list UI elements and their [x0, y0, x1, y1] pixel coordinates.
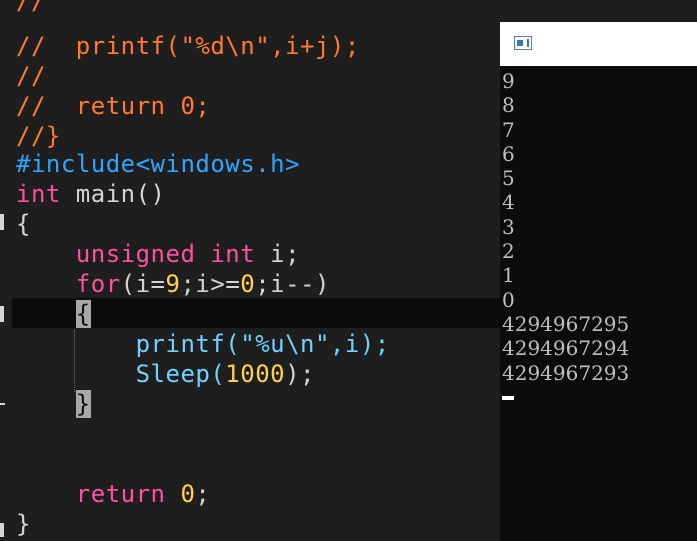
console-app-icon	[514, 36, 532, 50]
gutter-marker	[0, 306, 4, 322]
code-token: printf("%u\n",i);	[135, 330, 390, 358]
code-token: // printf("%d\n",i+j);	[16, 32, 360, 60]
console-output-line: 4	[502, 190, 515, 215]
code-line[interactable]: for(i=9;i>=0;i--)	[16, 269, 330, 299]
code-editor[interactable]: //// printf("%d\n",i+j);//// return 0;//…	[12, 0, 500, 541]
code-line[interactable]: //}	[16, 121, 61, 151]
code-line[interactable]: int main()	[16, 179, 166, 209]
code-line[interactable]: //	[16, 61, 46, 91]
code-token: int	[16, 180, 61, 208]
console-output-line: 6	[502, 141, 515, 166]
code-line[interactable]: }	[16, 509, 31, 539]
code-line[interactable]: // return 0;	[16, 91, 210, 121]
code-token: {	[16, 210, 31, 238]
console-output-line: 8	[502, 93, 515, 118]
console-title-bar[interactable]	[500, 22, 697, 66]
code-token: 1000	[225, 360, 286, 388]
code-token: //}	[16, 122, 61, 150]
code-token: 0	[180, 480, 196, 508]
code-token: ;i>=	[180, 270, 241, 298]
text-cursor	[502, 396, 514, 400]
code-token: return	[75, 480, 166, 508]
code-token: {	[75, 300, 91, 328]
editor-gutter	[0, 0, 12, 541]
code-token: main()	[60, 180, 166, 208]
gutter-tick	[0, 403, 5, 405]
code-line[interactable]: #include<windows.h>	[16, 149, 300, 179]
gutter-marker	[0, 214, 4, 230]
code-token: unsigned int	[75, 240, 256, 268]
code-line[interactable]: // printf("%d\n",i+j);	[16, 31, 360, 61]
console-output-line: 1	[502, 263, 515, 288]
code-token: //	[16, 62, 46, 90]
code-token: );	[285, 360, 315, 388]
code-line[interactable]: unsigned int i;	[16, 239, 300, 269]
code-token: Sleep(	[135, 360, 226, 388]
code-token: ;	[195, 480, 211, 508]
code-token: //	[16, 0, 46, 15]
code-line[interactable]: return 0;	[16, 479, 210, 509]
code-line[interactable]: {	[16, 299, 91, 329]
console-output-line: 9	[502, 69, 515, 93]
console-output: 9 8 7 6 5 4 3 2 1 0 4294967295 4294967294 4294967293	[502, 69, 629, 385]
code-token: }	[16, 510, 31, 538]
console-window[interactable]: 9 8 7 6 5 4 3 2 1 0 4294967295 4294967294 4294967293	[500, 22, 697, 541]
gutter-marker	[0, 523, 4, 537]
code-line[interactable]: printf("%u\n",i);	[16, 329, 390, 359]
console-output-line: 0	[502, 287, 515, 312]
console-output-line: 2	[502, 239, 515, 264]
code-line[interactable]: }	[16, 389, 91, 419]
console-output-line: 4294967294	[502, 336, 630, 361]
console-output-line: 3	[502, 214, 515, 239]
code-token: 0	[240, 270, 256, 298]
code-token: // return 0;	[16, 92, 211, 120]
code-token: i;	[255, 240, 301, 268]
code-token: for	[75, 270, 121, 298]
console-output-line: 4294967293	[502, 360, 630, 385]
console-output-line: 7	[502, 117, 515, 142]
code-token: 9	[165, 270, 181, 298]
code-token: (i=	[120, 270, 166, 298]
code-line[interactable]: //	[16, 0, 46, 16]
code-token: ;i--)	[255, 270, 330, 298]
code-line[interactable]: {	[16, 209, 31, 239]
console-output-line: 4294967295	[502, 311, 630, 336]
code-token: }	[75, 390, 91, 418]
console-output-line: 5	[502, 166, 515, 191]
code-line[interactable]: Sleep(1000);	[16, 359, 315, 389]
code-token: #include<windows.h>	[16, 150, 301, 178]
